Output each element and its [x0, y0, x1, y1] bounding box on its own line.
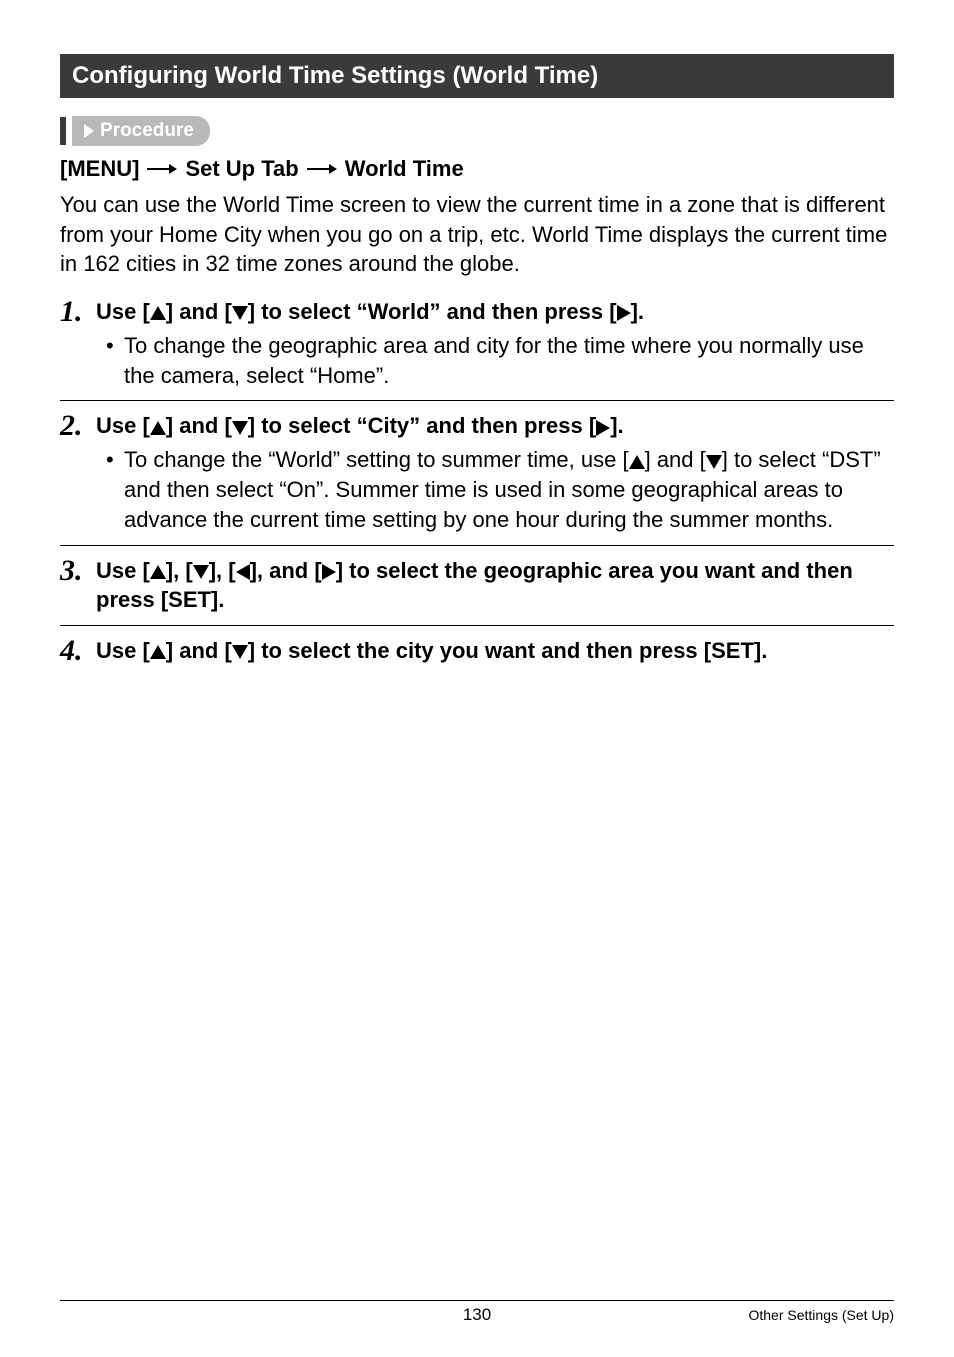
- arrow-right-icon: [307, 162, 337, 176]
- step-3: 3. Use [], [], [], and [] to select the …: [60, 556, 894, 615]
- step-1-bullets: • To change the geographic area and city…: [106, 331, 894, 390]
- bullet-text: To change the geographic area and city f…: [124, 331, 894, 390]
- step-instruction: Use [] and [] to select “World” and then…: [96, 297, 894, 327]
- procedure-pill: Procedure: [72, 116, 210, 146]
- list-item: • To change the geographic area and city…: [106, 331, 894, 390]
- triangle-right-icon: [322, 556, 336, 586]
- triangle-left-icon: [236, 556, 250, 586]
- page: Configuring World Time Settings (World T…: [0, 0, 954, 1357]
- step-number: 3.: [60, 556, 96, 586]
- separator: [60, 625, 894, 626]
- step-1: 1. Use [] and [] to select “World” and t…: [60, 297, 894, 390]
- menu-path-1: [MENU]: [60, 156, 139, 182]
- triangle-down-icon: [193, 556, 209, 586]
- triangle-up-icon: [150, 297, 166, 327]
- procedure-label: Procedure: [100, 120, 194, 142]
- list-item: • To change the “World” setting to summe…: [106, 445, 894, 534]
- triangle-right-icon: [596, 411, 610, 441]
- page-footer: 130 Other Settings (Set Up): [60, 1300, 894, 1323]
- step-instruction: Use [] and [] to select “City” and then …: [96, 411, 894, 441]
- separator: [60, 545, 894, 546]
- footer-section: Other Settings (Set Up): [748, 1307, 894, 1323]
- arrow-right-icon: [147, 162, 177, 176]
- separator: [60, 400, 894, 401]
- triangle-right-icon: [617, 297, 631, 327]
- bullet-text: To change the “World” setting to summer …: [124, 445, 894, 534]
- step-2-bullets: • To change the “World” setting to summe…: [106, 445, 894, 534]
- triangle-down-icon: [232, 297, 248, 327]
- triangle-up-icon: [150, 411, 166, 441]
- menu-path-3: World Time: [345, 156, 464, 182]
- step-number: 4.: [60, 636, 96, 666]
- section-title-bar: Configuring World Time Settings (World T…: [60, 54, 894, 98]
- step-number: 1.: [60, 297, 96, 327]
- step-4: 4. Use [] and [] to select the city you …: [60, 636, 894, 666]
- procedure-row: Procedure: [60, 116, 894, 146]
- step-number: 2.: [60, 411, 96, 441]
- bullet-dot: •: [106, 445, 124, 534]
- bullet-dot: •: [106, 331, 124, 390]
- step-instruction: Use [] and [] to select the city you wan…: [96, 636, 894, 666]
- step-2: 2. Use [] and [] to select “City” and th…: [60, 411, 894, 534]
- menu-path: [MENU] Set Up Tab World Time: [60, 156, 894, 182]
- triangle-up-icon: [629, 445, 645, 475]
- menu-path-2: Set Up Tab: [185, 156, 298, 182]
- page-number: 130: [463, 1305, 491, 1325]
- section-title: Configuring World Time Settings (World T…: [72, 62, 598, 89]
- chevron-right-icon: [82, 124, 96, 138]
- triangle-up-icon: [150, 636, 166, 666]
- intro-text: You can use the World Time screen to vie…: [60, 190, 894, 279]
- triangle-down-icon: [232, 411, 248, 441]
- triangle-down-icon: [232, 636, 248, 666]
- step-instruction: Use [], [], [], and [] to select the geo…: [96, 556, 894, 615]
- triangle-down-icon: [706, 445, 722, 475]
- triangle-up-icon: [150, 556, 166, 586]
- procedure-accent: [60, 117, 66, 145]
